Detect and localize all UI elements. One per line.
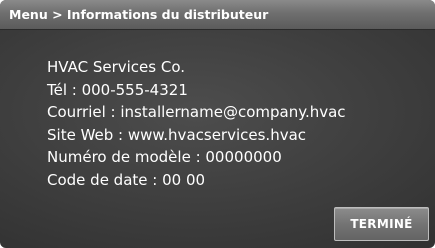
date-code: Code de date : 00 00 xyxy=(47,170,206,189)
phone-number: Tél : 000-555-4321 xyxy=(47,80,188,99)
email-address: Courriel : installername@company.hvac xyxy=(47,103,346,121)
dealer-info-panel: HVAC Services Co. Tél : 000-555-4321 Cou… xyxy=(47,56,346,191)
done-button-label: TERMINÉ xyxy=(350,217,413,231)
thermostat-screen: Menu > Informations du distributeur HVAC… xyxy=(0,0,435,248)
model-number: Numéro de modèle : 00000000 xyxy=(47,148,282,166)
done-button[interactable]: TERMINÉ xyxy=(334,207,429,241)
title-bar: Menu > Informations du distributeur xyxy=(0,0,435,30)
website: Site Web : www.hvacservices.hvac xyxy=(47,125,307,144)
breadcrumb: Menu > Informations du distributeur xyxy=(9,7,269,22)
company-name: HVAC Services Co. xyxy=(47,58,185,76)
